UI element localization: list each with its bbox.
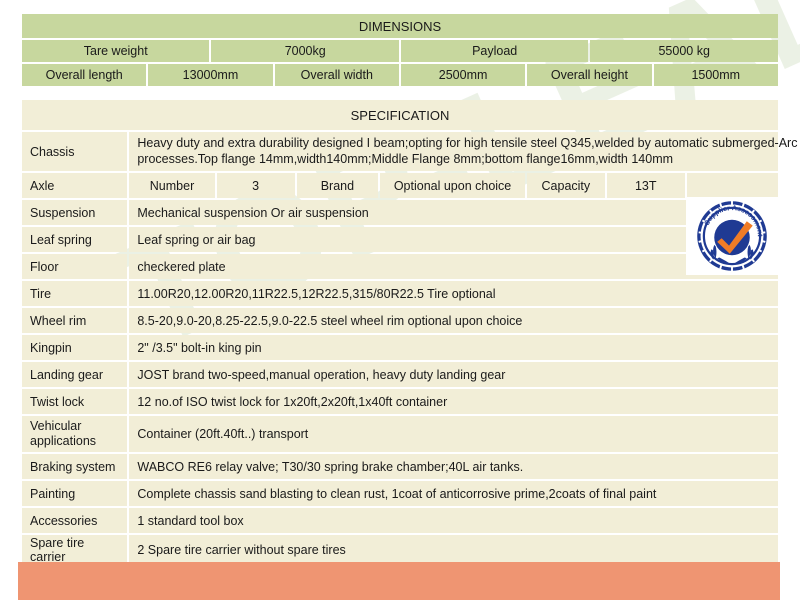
axle-brand-value: Optional upon choice — [380, 173, 525, 198]
tire-value: 11.00R20,12.00R20,11R22.5,12R22.5,315/80… — [129, 281, 778, 306]
table-row-twist-lock: Twist lock 12 no.of ISO twist lock for 1… — [22, 389, 778, 414]
vehicular-applications-label-line-2: applications — [30, 434, 97, 448]
chassis-value-line-1: Heavy duty and extra durability designed… — [137, 136, 798, 150]
landing-gear-label: Landing gear — [22, 362, 128, 387]
vehicular-applications-label: Vehicular applications — [22, 416, 128, 452]
specification-title: SPECIFICATION — [22, 100, 778, 130]
twist-lock-label: Twist lock — [22, 389, 128, 414]
landing-gear-value: JOST brand two-speed,manual operation, h… — [129, 362, 778, 387]
braking-system-label: Braking system — [22, 454, 128, 479]
overall-width-label: Overall width — [274, 64, 399, 86]
table-row-wheel-rim: Wheel rim 8.5-20,9.0-20,8.25-22.5,9.0-22… — [22, 308, 778, 333]
axle-label: Axle — [22, 173, 128, 198]
dimensions-title-row: DIMENSIONS — [22, 14, 778, 38]
chassis-label: Chassis — [22, 132, 128, 171]
table-row-floor: Floor checkered plate — [22, 254, 778, 279]
overall-width-value: 2500mm — [400, 64, 526, 86]
table-row-kingpin: Kingpin 2" /3.5" bolt-in king pin — [22, 335, 778, 360]
kingpin-value: 2" /3.5" bolt-in king pin — [129, 335, 778, 360]
painting-value: Complete chassis sand blasting to clean … — [129, 481, 778, 506]
kingpin-label: Kingpin — [22, 335, 128, 360]
table-row-suspension: Suspension Mechanical suspension Or air … — [22, 200, 778, 225]
table-row-landing-gear: Landing gear JOST brand two-speed,manual… — [22, 362, 778, 387]
dimensions-title: DIMENSIONS — [22, 14, 778, 38]
overall-length-label: Overall length — [22, 64, 147, 86]
chassis-value: Heavy duty and extra durability designed… — [129, 132, 798, 171]
supplier-assessment-badge: Supplier Assessment — [686, 197, 778, 275]
suspension-label: Suspension — [22, 200, 128, 225]
spare-tire-carrier-label: Spare tire carrier — [22, 535, 128, 565]
tare-weight-value: 7000kg — [211, 40, 399, 62]
dimensions-row: Overall length 13000mm Overall width 250… — [22, 64, 778, 86]
table-row-accessories: Accessories 1 standard tool box — [22, 508, 778, 533]
table-row-axle: Axle Number 3 Brand Optional upon choice… — [22, 173, 778, 198]
wheel-rim-label: Wheel rim — [22, 308, 128, 333]
painting-label: Painting — [22, 481, 128, 506]
leaf-spring-value: Leaf spring or air bag — [129, 227, 778, 252]
twist-lock-value: 12 no.of ISO twist lock for 1x20ft,2x20f… — [129, 389, 778, 414]
axle-empty-cell — [686, 173, 778, 198]
overall-length-value: 13000mm — [148, 64, 273, 86]
accessories-label: Accessories — [22, 508, 128, 533]
floor-label: Floor — [22, 254, 128, 279]
table-row-leaf-spring: Leaf spring Leaf spring or air bag — [22, 227, 778, 252]
specification-title-row: SPECIFICATION — [22, 100, 778, 130]
payload-value: 55000 kg — [590, 40, 778, 62]
dimensions-table: DIMENSIONS Tare weight 7000kg Payload 55… — [20, 12, 780, 88]
axle-number-label: Number — [129, 173, 215, 198]
floor-value: checkered plate — [129, 254, 778, 279]
axle-number-value: 3 — [216, 173, 295, 198]
accessories-value: 1 standard tool box — [129, 508, 778, 533]
axle-brand-label: Brand — [296, 173, 379, 198]
vehicular-applications-label-line-1: Vehicular — [30, 418, 82, 433]
chassis-value-line-2: processes.Top flange 14mm,width140mm;Mid… — [137, 151, 674, 166]
vehicular-applications-value: Container (20ft.40ft..) transport — [129, 416, 778, 452]
axle-capacity-label: Capacity — [526, 173, 605, 198]
table-row-chassis: Chassis Heavy duty and extra durability … — [22, 132, 798, 171]
bottom-accent-bar — [18, 562, 780, 600]
table-row-painting: Painting Complete chassis sand blasting … — [22, 481, 778, 506]
table-row-vehicular-applications: Vehicular applications Container (20ft.4… — [22, 416, 778, 452]
overall-height-label: Overall height — [527, 64, 652, 86]
table-row-spare-tire-carrier: Spare tire carrier 2 Spare tire carrier … — [22, 535, 778, 565]
specification-table: SPECIFICATION Chassis Heavy duty and ext… — [20, 98, 798, 567]
payload-label: Payload — [400, 40, 589, 62]
overall-height-value: 1500mm — [653, 64, 778, 86]
table-row-braking-system: Braking system WABCO RE6 relay valve; T3… — [22, 454, 778, 479]
tire-label: Tire — [22, 281, 128, 306]
dimensions-row: Tare weight 7000kg Payload 55000 kg — [22, 40, 778, 62]
wheel-rim-value: 8.5-20,9.0-20,8.25-22.5,9.0-22.5 steel w… — [129, 308, 778, 333]
axle-capacity-value: 13T — [606, 173, 685, 198]
leaf-spring-label: Leaf spring — [22, 227, 128, 252]
suspension-value: Mechanical suspension Or air suspension — [129, 200, 778, 225]
braking-system-value: WABCO RE6 relay valve; T30/30 spring bra… — [129, 454, 778, 479]
table-row-tire: Tire 11.00R20,12.00R20,11R22.5,12R22.5,3… — [22, 281, 778, 306]
spare-tire-carrier-value: 2 Spare tire carrier without spare tires — [129, 535, 778, 565]
supplier-assessment-seal-icon: Supplier Assessment — [697, 200, 767, 272]
tare-weight-label: Tare weight — [22, 40, 210, 62]
